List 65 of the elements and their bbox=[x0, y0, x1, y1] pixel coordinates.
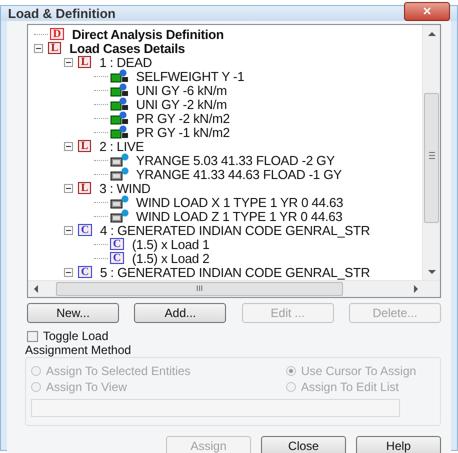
vertical-scrollbar[interactable] bbox=[422, 25, 440, 281]
radio-label: Assign To View bbox=[46, 380, 127, 394]
scroll-right-icon[interactable] bbox=[414, 285, 418, 293]
scroll-down-icon[interactable] bbox=[428, 270, 436, 274]
scroll-thumb[interactable]: III bbox=[56, 282, 343, 296]
load-icon bbox=[110, 167, 130, 181]
expand-toggle[interactable] bbox=[64, 184, 73, 192]
type-badge: L bbox=[78, 182, 92, 194]
tree-item[interactable]: UNI GY -6 kN/m bbox=[136, 82, 227, 98]
tree-item[interactable]: Direct Analysis Definition bbox=[72, 27, 224, 42]
expand-toggle[interactable] bbox=[64, 268, 73, 276]
grip-icon bbox=[429, 152, 435, 159]
load-icon bbox=[110, 69, 130, 83]
load-icon bbox=[110, 153, 130, 167]
type-badge: C bbox=[78, 266, 92, 278]
load-icon bbox=[110, 209, 130, 223]
tree-item[interactable]: 1 : DEAD bbox=[99, 54, 152, 70]
type-badge: L bbox=[78, 140, 92, 152]
type-badge: C bbox=[110, 252, 124, 264]
action-button[interactable]: Add... bbox=[134, 303, 226, 323]
expand-toggle[interactable] bbox=[64, 226, 73, 234]
tree-item[interactable]: WIND LOAD X 1 TYPE 1 YR 0 44.63 bbox=[136, 194, 344, 210]
tree-item[interactable]: Load Cases Details bbox=[69, 40, 185, 56]
load-icon bbox=[110, 125, 130, 139]
expand-toggle[interactable] bbox=[64, 142, 73, 150]
tree-item[interactable]: (1.5) x Load 2 bbox=[132, 250, 210, 266]
radio-label: Assign To Edit List bbox=[301, 380, 399, 394]
tree-item[interactable]: SELFWEIGHT Y -1 bbox=[136, 68, 244, 84]
checkbox-label: Toggle Load bbox=[43, 329, 108, 343]
type-badge: C bbox=[110, 238, 124, 250]
action-button[interactable]: Close bbox=[261, 436, 346, 453]
action-button[interactable]: Help bbox=[356, 436, 441, 453]
tree-item[interactable]: 5 : GENERATED INDIAN CODE GENRAL_STR bbox=[100, 264, 370, 280]
load-icon bbox=[110, 111, 130, 125]
tree-item[interactable]: PR GY -1 kN/m2 bbox=[136, 124, 230, 140]
tree-view[interactable] bbox=[27, 24, 441, 298]
tree-item[interactable]: YRANGE 41.33 44.63 FLOAD -1 GY bbox=[136, 166, 342, 182]
type-badge: L bbox=[78, 56, 92, 68]
tree-item[interactable]: 3 : WIND bbox=[99, 180, 150, 196]
tree-item[interactable]: UNI GY -2 kN/m bbox=[136, 96, 227, 112]
action-button[interactable]: New... bbox=[27, 303, 119, 323]
input-field[interactable] bbox=[31, 399, 400, 417]
tree-item[interactable]: (1.5) x Load 1 bbox=[132, 236, 210, 252]
tree-item[interactable]: YRANGE 5.03 41.33 FLOAD -2 GY bbox=[136, 152, 335, 168]
radio-label: Use Cursor To Assign bbox=[301, 364, 416, 378]
load-icon bbox=[110, 195, 130, 209]
scroll-thumb[interactable] bbox=[424, 93, 439, 223]
tree-item[interactable]: 2 : LIVE bbox=[99, 138, 144, 154]
load-icon bbox=[110, 83, 130, 97]
expand-toggle[interactable] bbox=[34, 44, 43, 52]
type-badge: L bbox=[48, 42, 62, 54]
type-badge: D bbox=[50, 28, 64, 40]
load-icon bbox=[110, 97, 130, 111]
window-title: Load & Definition bbox=[8, 6, 116, 21]
radio-label: Assign To Selected Entities bbox=[46, 364, 191, 378]
tree-item[interactable]: WIND LOAD Z 1 TYPE 1 YR 0 44.63 bbox=[136, 208, 342, 224]
scroll-left-icon[interactable] bbox=[34, 285, 38, 293]
group-title: Assignment Method bbox=[25, 343, 132, 357]
horizontal-scrollbar[interactable]: III bbox=[28, 280, 440, 297]
scroll-up-icon[interactable] bbox=[428, 32, 436, 36]
expand-toggle[interactable] bbox=[64, 58, 73, 66]
tree-item[interactable]: PR GY -2 kN/m2 bbox=[136, 110, 230, 126]
checkbox[interactable] bbox=[27, 330, 38, 342]
type-badge: C bbox=[78, 224, 92, 236]
tree-item[interactable]: 4 : GENERATED INDIAN CODE GENRAL_STR bbox=[100, 222, 370, 238]
